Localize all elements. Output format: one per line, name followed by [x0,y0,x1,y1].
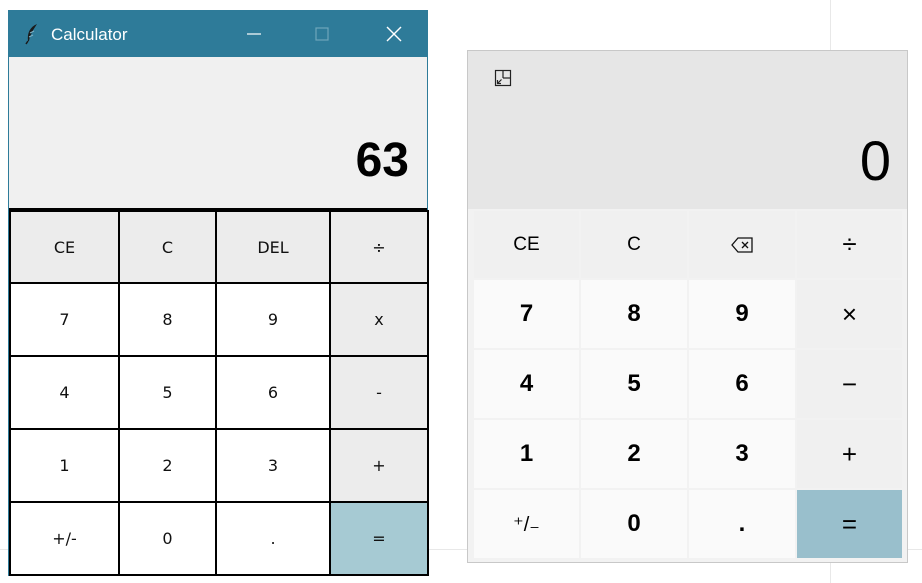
decimal-button[interactable]: . [215,501,331,576]
digit-2-button[interactable]: 2 [118,428,217,503]
display: 0 [468,51,907,209]
negate-button[interactable]: ⁺/₋ [474,490,579,558]
window-title: Calculator [51,25,128,44]
equals-button[interactable]: = [797,490,902,558]
digit-0-button[interactable]: 0 [118,501,217,576]
digit-4-button[interactable]: 4 [474,350,579,418]
maximize-button[interactable] [299,11,345,57]
digit-9-button[interactable]: 9 [215,282,331,357]
plus-button[interactable]: + [797,420,902,488]
backspace-button[interactable] [689,211,795,278]
backspace-icon [731,236,753,253]
feather-icon [25,24,37,45]
digit-2-button[interactable]: 2 [581,420,687,488]
digit-3-button[interactable]: 3 [215,428,331,503]
clear-button[interactable]: C [581,211,687,278]
display: 63 [9,57,427,210]
maximize-icon [315,27,329,41]
digit-9-button[interactable]: 9 [689,280,795,348]
digit-8-button[interactable]: 8 [581,280,687,348]
plus-button[interactable]: + [329,428,429,503]
display-value: 63 [355,134,409,187]
digit-5-button[interactable]: 5 [118,355,217,430]
display-value: 0 [859,129,891,192]
decimal-button[interactable]: . [689,490,795,558]
minus-button[interactable]: − [797,350,902,418]
digit-1-button[interactable]: 1 [9,428,120,503]
keypad: CE C ÷ 7 8 9 × 4 5 6 − 1 2 3 + ⁺/₋ 0 . = [474,211,902,558]
minus-button[interactable]: - [329,355,429,430]
close-icon [386,26,402,42]
digit-6-button[interactable]: 6 [689,350,795,418]
ce-button[interactable]: CE [474,211,579,278]
digit-3-button[interactable]: 3 [689,420,795,488]
digit-8-button[interactable]: 8 [118,282,217,357]
multiply-button[interactable]: × [797,280,902,348]
tk-calculator-window: Calculator 63 CE C DEL ÷ 7 8 9 x 4 5 6 -… [8,10,429,576]
digit-6-button[interactable]: 6 [215,355,331,430]
digit-5-button[interactable]: 5 [581,350,687,418]
keypad: CE C DEL ÷ 7 8 9 x 4 5 6 - 1 2 3 + +/- 0… [9,210,429,576]
clear-button[interactable]: C [118,210,217,284]
digit-7-button[interactable]: 7 [474,280,579,348]
delete-button[interactable]: DEL [215,210,331,284]
digit-7-button[interactable]: 7 [9,282,120,357]
keep-on-top-icon[interactable] [494,69,512,87]
digit-4-button[interactable]: 4 [9,355,120,430]
digit-0-button[interactable]: 0 [581,490,687,558]
multiply-button[interactable]: x [329,282,429,357]
negate-button[interactable]: +/- [9,501,120,576]
minimize-button[interactable] [231,11,277,57]
windows-calculator-window: 0 CE C ÷ 7 8 9 × 4 5 6 − 1 2 3 + ⁺/₋ 0 . [467,50,908,563]
divide-button[interactable]: ÷ [797,211,902,278]
equals-button[interactable]: = [329,501,429,576]
close-button[interactable] [371,11,417,57]
title-bar[interactable]: Calculator [9,11,427,57]
ce-button[interactable]: CE [9,210,120,284]
digit-1-button[interactable]: 1 [474,420,579,488]
divide-button[interactable]: ÷ [329,210,429,284]
minimize-icon [247,33,261,35]
